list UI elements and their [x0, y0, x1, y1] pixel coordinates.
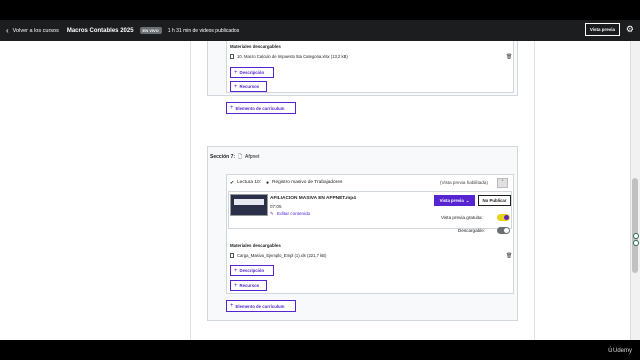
free-preview-toggle[interactable] — [497, 214, 510, 221]
video-frame: ‹ Volver a los cursos Macros Contables 2… — [0, 0, 640, 360]
scrollbar-thumb[interactable] — [632, 178, 638, 273]
add-curriculum-item-button[interactable]: + Elemento de currículum — [226, 300, 296, 312]
udemy-watermark: ú Udemy — [608, 347, 632, 354]
lecture-label: Lectura 10: — [237, 180, 262, 185]
add-resources-button[interactable]: + Recursos — [230, 280, 267, 291]
add-curriculum-item-button[interactable]: + Elemento de currículum — [226, 102, 296, 114]
play-circle-icon: ● — [266, 180, 270, 186]
downloadable-toggle[interactable] — [497, 227, 510, 234]
plus-icon: + — [230, 303, 234, 309]
add-description-button[interactable]: + Descripción — [230, 67, 274, 78]
player-control-icon[interactable] — [633, 233, 639, 239]
edit-content-link[interactable]: Editar contenido — [277, 211, 310, 217]
course-title: Macros Contables 2025 — [66, 27, 134, 34]
curriculum-item-label: Elemento de currículum — [235, 105, 285, 111]
plus-icon: + — [234, 267, 238, 274]
chevron-left-icon: ‹ — [6, 25, 9, 35]
add-resources-button[interactable]: + Recursos — [230, 81, 267, 92]
player-control-icon[interactable] — [633, 240, 639, 246]
layout-divider — [534, 41, 535, 340]
file-name: 10. Macro Calculo de Impuesto 5ta Catego… — [237, 54, 348, 59]
chevron-down-icon: ⌄ — [465, 197, 470, 203]
status-badge: EN VIVO — [139, 27, 162, 34]
back-label: Volver a los cursos — [12, 27, 59, 34]
plus-icon: + — [234, 282, 238, 289]
free-preview-label: Vista previa gratuita: — [441, 215, 483, 220]
trash-icon[interactable]: 🗑 — [506, 253, 512, 259]
materials-heading: Materiales descargables — [230, 243, 281, 248]
file-icon — [230, 54, 234, 59]
preview-button[interactable]: Vista previa — [584, 23, 620, 36]
file-icon — [230, 253, 234, 258]
gear-icon[interactable]: ⚙ — [626, 25, 634, 34]
add-description-button[interactable]: + Descripción — [230, 265, 274, 276]
video-thumbnail[interactable] — [230, 194, 268, 216]
curriculum-item-label: Elemento de currículum — [235, 303, 285, 309]
lecture-preview-button[interactable]: Vista previa ⌄ — [434, 195, 475, 206]
file-name: Carga_Masiva_Ejemplo_Empl (1).xls (221,7… — [237, 253, 327, 258]
download-file-row: Carga_Masiva_Ejemplo_Empl (1).xls (221,7… — [230, 253, 512, 258]
section-name: Afpnet — [245, 154, 260, 160]
resources-label: Recursos — [239, 84, 260, 89]
preview-enabled-text: (Vista previa habilitada) — [440, 180, 488, 185]
brand-name: Udemy — [612, 347, 632, 354]
check-circle-icon: ✔ — [230, 180, 235, 186]
back-to-courses-link[interactable]: ‹ Volver a los cursos — [6, 25, 59, 35]
section-label: Sección 7: — [210, 154, 236, 160]
video-duration: 07:05 — [270, 204, 282, 209]
collapse-button[interactable]: ˆ — [497, 178, 508, 188]
lecture-title: Registro masivo de Trabajadores — [272, 180, 343, 185]
unpublish-button[interactable]: No Publicar — [478, 195, 511, 206]
plus-icon: + — [230, 105, 234, 111]
trash-icon[interactable]: 🗑 — [506, 54, 512, 60]
chevron-up-icon: ˆ — [501, 180, 504, 186]
layout-divider — [190, 41, 191, 340]
lecture-preview-label: Vista previa — [439, 198, 464, 203]
curriculum-page: Materiales descargables 10. Macro Calcul… — [0, 41, 630, 340]
download-file-row: 10. Macro Calculo de Impuesto 5ta Catego… — [230, 54, 512, 59]
section-file-icon: 🗋 — [238, 154, 243, 160]
description-label: Descripción — [239, 268, 265, 273]
plus-icon: + — [234, 83, 238, 90]
course-header: ‹ Volver a los cursos Macros Contables 2… — [0, 20, 640, 41]
description-label: Descripción — [239, 70, 265, 75]
duration-text: 1 h 31 min de videos publicados — [167, 27, 240, 34]
player-bottom-bar — [0, 340, 640, 360]
udemy-logo-icon: ú — [608, 347, 612, 354]
resources-label: Recursos — [239, 283, 260, 288]
materials-heading: Materiales descargables — [230, 44, 281, 49]
video-title: AFILIACION MASIVA EN AFPNET.mp4 — [270, 196, 356, 201]
plus-icon: + — [234, 69, 238, 76]
pencil-icon: ✎ — [270, 211, 274, 216]
downloadable-label: Descargable: — [458, 228, 486, 233]
